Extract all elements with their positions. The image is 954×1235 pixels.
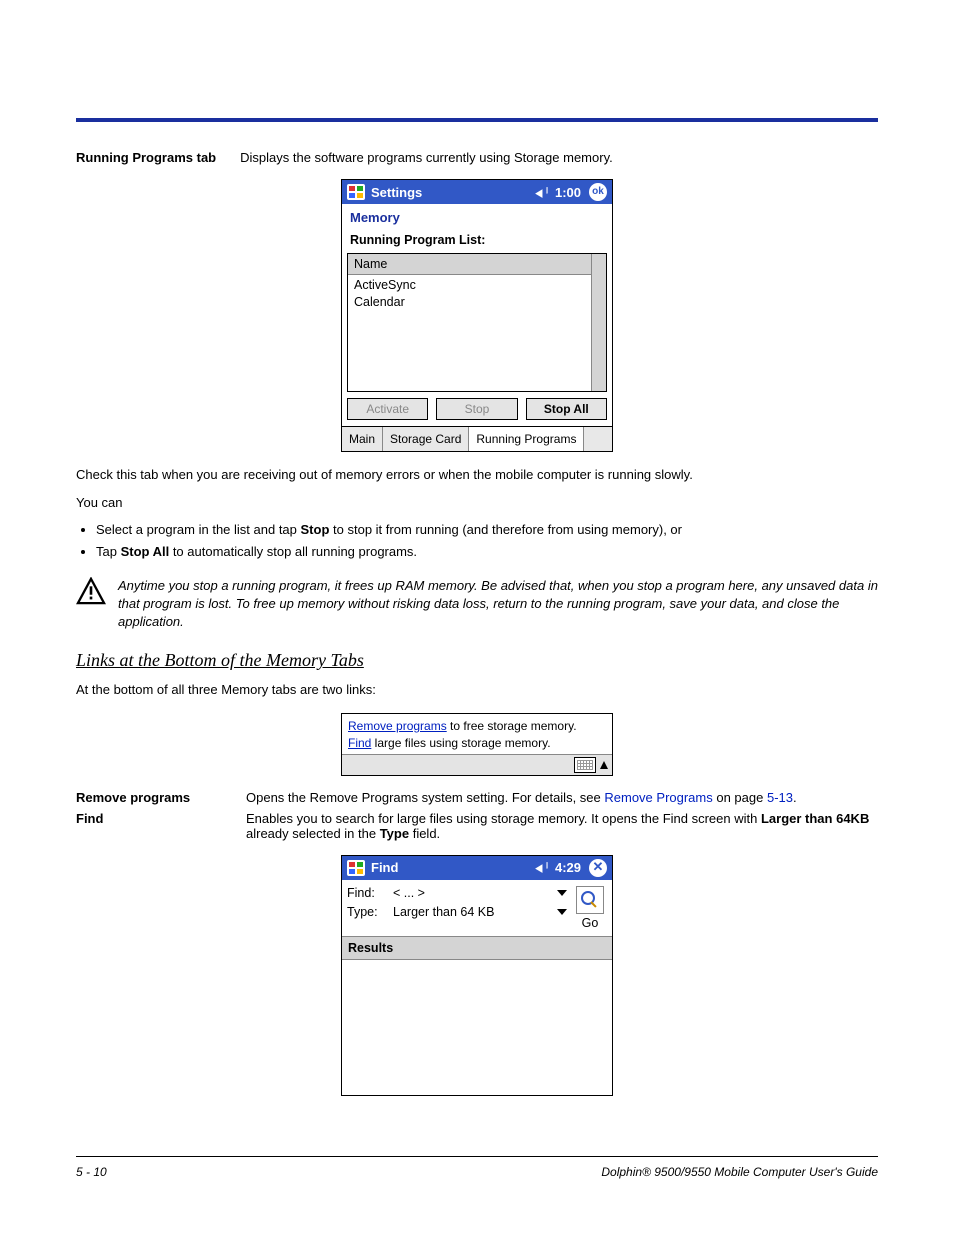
windows-flag-icon [347, 184, 365, 200]
stop-button[interactable]: Stop [436, 398, 517, 420]
find-field-label: Find: [347, 886, 387, 900]
scrollbar[interactable] [591, 254, 606, 391]
find-field-value[interactable]: < ... > [393, 886, 551, 900]
titlebar-find: Find ◀ᛌ 4:29 ✕ [342, 856, 612, 880]
titlebar-time: 1:00 [555, 185, 581, 200]
keyboard-icon[interactable] [574, 757, 596, 773]
list-item[interactable]: ActiveSync [354, 277, 585, 294]
type-field-label: Type: [347, 905, 387, 919]
running-programs-descr: Displays the software programs currently… [240, 150, 878, 165]
results-list [342, 960, 612, 1095]
warning-icon [76, 577, 106, 630]
windows-flag-icon [347, 860, 365, 876]
find-descr: Enables you to search for large files us… [246, 811, 878, 841]
results-heading: Results [342, 936, 612, 960]
chevron-down-icon[interactable] [557, 909, 567, 915]
close-button[interactable]: ✕ [589, 859, 607, 877]
tab-main[interactable]: Main [342, 427, 383, 451]
stop-all-button[interactable]: Stop All [526, 398, 607, 420]
tab-running-programs[interactable]: Running Programs [469, 427, 584, 451]
page-top-rule [76, 118, 878, 122]
para-youcan: You can [76, 494, 878, 512]
page-footer: 5 - 10 Dolphin® 9500/9550 Mobile Compute… [76, 1156, 878, 1179]
titlebar-settings: Settings ◀ᛌ 1:00 ok [342, 180, 612, 204]
titlebar-title: Find [371, 860, 398, 875]
list-item[interactable]: Calendar [354, 294, 585, 311]
program-listbox[interactable]: Name ActiveSync Calendar [347, 253, 607, 392]
titlebar-time: 4:29 [555, 860, 581, 875]
screenshot-links: Remove programs to free storage memory. … [341, 713, 613, 776]
speaker-icon: ◀ᛌ [535, 185, 551, 200]
screenshot-find: Find ◀ᛌ 4:29 ✕ Find: < ... > [341, 855, 613, 1096]
heading-links: Links at the Bottom of the Memory Tabs [76, 650, 878, 671]
chevron-down-icon[interactable] [557, 890, 567, 896]
bullet-stop-all: Tap Stop All to automatically stop all r… [96, 543, 878, 561]
ok-button[interactable]: ok [589, 183, 607, 201]
activate-button[interactable]: Activate [347, 398, 428, 420]
book-title: Dolphin® 9500/9550 Mobile Computer User'… [601, 1165, 878, 1179]
chevron-up-icon[interactable] [600, 761, 608, 769]
titlebar-title: Settings [371, 185, 422, 200]
remove-programs-descr: Opens the Remove Programs system setting… [246, 790, 878, 805]
para-links-intro: At the bottom of all three Memory tabs a… [76, 681, 878, 699]
remove-programs-label: Remove programs [76, 790, 246, 805]
tab-storage-card[interactable]: Storage Card [383, 427, 469, 451]
search-icon[interactable] [576, 886, 604, 914]
warning-text: Anytime you stop a running program, it f… [118, 577, 878, 630]
link-remove-programs: Remove programs to free storage memory. [348, 718, 606, 735]
type-field-value[interactable]: Larger than 64 KB [393, 905, 551, 919]
find-label: Find [76, 811, 246, 841]
go-button[interactable]: Go [573, 916, 607, 930]
speaker-icon: ◀ᛌ [535, 860, 551, 875]
screenshot-settings: Settings ◀ᛌ 1:00 ok Memory Running Progr… [341, 179, 613, 452]
list-header-name: Name [348, 254, 591, 275]
link-find: Find large files using storage memory. [348, 735, 606, 752]
page-number: 5 - 10 [76, 1165, 107, 1179]
running-programs-label: Running Programs tab [76, 150, 216, 165]
para-check-tab: Check this tab when you are receiving ou… [76, 466, 878, 484]
bullet-stop: Select a program in the list and tap Sto… [96, 521, 878, 539]
memory-heading: Memory [342, 204, 612, 231]
running-program-list-label: Running Program List: [342, 231, 612, 253]
